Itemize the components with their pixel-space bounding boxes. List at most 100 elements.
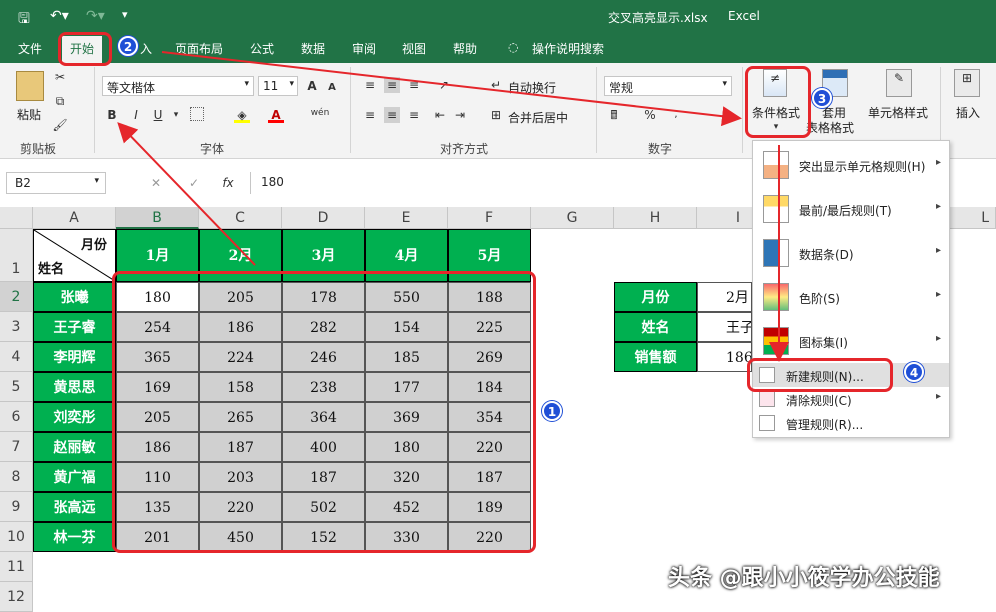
insert-cells-icon[interactable]: ⊞: [954, 69, 980, 97]
enter-icon[interactable]: ✓: [186, 175, 202, 191]
underline-button[interactable]: U: [150, 107, 166, 123]
accounting-format-icon[interactable]: 🖩: [606, 107, 622, 123]
bold-button[interactable]: B: [104, 107, 120, 123]
orientation-icon[interactable]: ↗: [436, 77, 452, 93]
copy-icon[interactable]: ⧉: [52, 93, 68, 109]
name-cell[interactable]: 张高远: [33, 492, 116, 522]
row-header[interactable]: 5: [0, 372, 33, 402]
tab-page-layout[interactable]: 页面布局: [175, 40, 223, 57]
align-middle-icon[interactable]: ≡: [384, 77, 400, 93]
font-color-icon[interactable]: A: [268, 107, 284, 123]
save-icon[interactable]: 🖫: [18, 8, 30, 32]
tab-formulas[interactable]: 公式: [250, 40, 274, 57]
font-size-select[interactable]: 11 ▾: [258, 76, 298, 96]
merge-center-button[interactable]: 合并后居中: [508, 109, 568, 126]
name-cell[interactable]: 林一芬: [33, 522, 116, 552]
insert-button[interactable]: 插入: [956, 104, 980, 121]
menu-item-top-bottom-rules[interactable]: 最前/最后规则(T) ▸: [753, 187, 949, 231]
row-header[interactable]: 4: [0, 342, 33, 372]
corner-header-cell[interactable]: 月份 姓名: [33, 229, 116, 282]
align-left-icon[interactable]: ≡: [362, 107, 378, 123]
column-header[interactable]: E: [365, 207, 448, 229]
align-center-icon[interactable]: ≡: [384, 107, 400, 123]
format-painter-icon[interactable]: 🖌: [52, 117, 68, 133]
cut-icon[interactable]: ✂: [52, 69, 68, 85]
number-format-select[interactable]: 常规 ▾: [604, 76, 732, 96]
cell-styles-button[interactable]: 单元格样式: [868, 104, 928, 121]
paste-button[interactable]: 粘贴: [17, 106, 41, 123]
row-header[interactable]: 2: [0, 282, 33, 312]
name-cell[interactable]: 李明辉: [33, 342, 116, 372]
column-header[interactable]: H: [614, 207, 697, 229]
row-header[interactable]: 9: [0, 492, 33, 522]
lookup-value-cell[interactable]: 186: [697, 342, 752, 372]
row-header[interactable]: 11: [0, 552, 33, 582]
row-header[interactable]: 10: [0, 522, 33, 552]
tab-insert[interactable]: 入: [140, 40, 152, 57]
column-header[interactable]: D: [282, 207, 365, 229]
row-header[interactable]: 8: [0, 462, 33, 492]
font-name-select[interactable]: 等文楷体 ▾: [102, 76, 254, 96]
row-header[interactable]: 3: [0, 312, 33, 342]
borders-icon[interactable]: [190, 107, 204, 121]
paste-icon[interactable]: [16, 71, 44, 101]
percent-button[interactable]: %: [642, 107, 658, 123]
decrease-indent-icon[interactable]: ⇤: [432, 107, 448, 123]
name-cell[interactable]: 黄思思: [33, 372, 116, 402]
name-cell[interactable]: 黄广福: [33, 462, 116, 492]
column-header[interactable]: B: [116, 207, 199, 229]
menu-item-manage-rules[interactable]: 管理规则(R)...: [753, 411, 949, 435]
grow-font-icon[interactable]: A: [304, 78, 320, 94]
row-header[interactable]: 6: [0, 402, 33, 432]
insert-function-icon[interactable]: fx: [220, 175, 236, 191]
tab-help[interactable]: 帮助: [453, 40, 477, 57]
row-header[interactable]: 12: [0, 582, 33, 612]
row-header[interactable]: 1: [0, 229, 33, 282]
align-bottom-icon[interactable]: ≡: [406, 77, 422, 93]
redo-icon[interactable]: ↷▾: [86, 8, 105, 24]
cancel-icon[interactable]: ✕: [148, 175, 164, 191]
name-cell[interactable]: 张曦: [33, 282, 116, 312]
column-header[interactable]: F: [448, 207, 531, 229]
menu-item-icon-sets[interactable]: 图标集(I) ▸: [753, 319, 949, 363]
select-all-corner[interactable]: [0, 207, 33, 229]
tell-me-search[interactable]: 操作说明搜索: [532, 40, 604, 57]
lookup-value-cell[interactable]: 2月: [697, 282, 752, 312]
lookup-label-cell[interactable]: 月份: [614, 282, 697, 312]
italic-button[interactable]: I: [128, 107, 144, 123]
menu-item-color-scales[interactable]: 色阶(S) ▸: [753, 275, 949, 319]
align-right-icon[interactable]: ≡: [406, 107, 422, 123]
wrap-text-button[interactable]: 自动换行: [508, 79, 556, 96]
menu-item-data-bars[interactable]: 数据条(D) ▸: [753, 231, 949, 275]
cell-styles-icon[interactable]: ✎: [886, 69, 912, 97]
tab-file[interactable]: 文件: [18, 40, 42, 57]
lookup-label-cell[interactable]: 销售额: [614, 342, 697, 372]
column-header[interactable]: A: [33, 207, 116, 229]
increase-indent-icon[interactable]: ⇥: [452, 107, 468, 123]
lookup-value-cell[interactable]: 王子: [697, 312, 752, 342]
lookup-label-cell[interactable]: 姓名: [614, 312, 697, 342]
tab-data[interactable]: 数据: [301, 40, 325, 57]
shrink-font-icon[interactable]: A: [324, 80, 340, 96]
column-header[interactable]: G: [531, 207, 614, 229]
menu-item-highlight-rules[interactable]: 突出显示单元格规则(H) ▸: [753, 143, 949, 187]
tab-view[interactable]: 视图: [402, 40, 426, 57]
align-top-icon[interactable]: ≡: [362, 77, 378, 93]
wrap-text-icon[interactable]: ↵: [488, 77, 504, 93]
column-header[interactable]: C: [199, 207, 282, 229]
format-as-table-label-2[interactable]: 表格格式: [806, 119, 854, 136]
phonetic-guide-icon[interactable]: wén: [310, 105, 330, 121]
name-cell[interactable]: 刘奕彤: [33, 402, 116, 432]
customize-quick-access-icon[interactable]: ▾: [122, 8, 128, 21]
tab-review[interactable]: 审阅: [352, 40, 376, 57]
name-cell[interactable]: 赵丽敏: [33, 432, 116, 462]
name-cell[interactable]: 王子睿: [33, 312, 116, 342]
fill-color-icon[interactable]: ◈: [234, 107, 250, 123]
undo-icon[interactable]: ↶▾: [50, 8, 69, 24]
merge-center-icon[interactable]: ⊞: [488, 107, 504, 123]
underline-dropdown-icon[interactable]: ▾: [168, 107, 184, 123]
data-bars-icon: [763, 239, 789, 267]
row-header[interactable]: 7: [0, 432, 33, 462]
name-box[interactable]: B2 ▾: [6, 172, 106, 194]
comma-style-icon[interactable]: ,: [668, 107, 684, 123]
